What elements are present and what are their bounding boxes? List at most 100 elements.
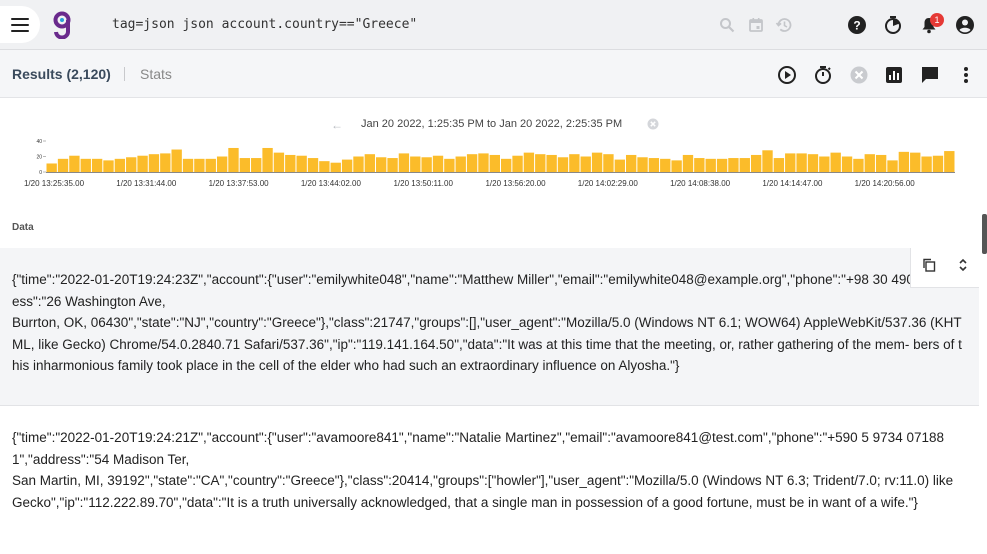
tab-stats[interactable]: Stats <box>140 66 172 82</box>
histogram-bar <box>773 158 785 172</box>
timer-icon[interactable] <box>882 14 904 36</box>
data-section-label: Data <box>12 222 34 233</box>
histogram-bar <box>410 156 421 172</box>
histogram-bar <box>648 158 660 172</box>
histogram-bar <box>864 154 875 172</box>
help-icon[interactable]: ? <box>846 14 868 36</box>
histogram-bar <box>694 158 705 172</box>
log-record[interactable]: {"time":"2022-01-20T19:24:21Z","account"… <box>0 407 979 554</box>
search-input[interactable]: tag=json json account.country=="Greece" <box>112 17 417 32</box>
histogram-bar <box>126 157 137 172</box>
histogram-bar <box>910 152 921 173</box>
stopwatch-icon[interactable] <box>812 64 834 86</box>
histogram-bar <box>251 158 262 172</box>
histogram-bar <box>478 153 489 172</box>
previous-range-arrow[interactable]: ← <box>331 118 343 132</box>
svg-text:?: ? <box>853 19 860 33</box>
histogram-bar <box>750 154 762 172</box>
histogram-bar <box>262 147 273 172</box>
histogram-bar <box>398 153 410 172</box>
histogram-bar <box>148 154 160 172</box>
histogram-bar <box>46 163 57 173</box>
x-tick-label: 1/20 14:08:38.00 <box>670 179 731 188</box>
x-tick-label: 1/20 13:56:20.00 <box>485 179 546 188</box>
histogram-bar <box>944 151 955 172</box>
histogram-bar <box>307 158 319 172</box>
log-record[interactable]: {"time":"2022-01-20T19:24:23Z","account"… <box>0 248 979 406</box>
record-text: {"time":"2022-01-20T19:24:23Z","account"… <box>12 272 962 309</box>
comment-icon[interactable] <box>919 64 941 86</box>
histogram-bar <box>239 158 251 172</box>
play-icon[interactable] <box>776 64 798 86</box>
x-tick-label: 1/20 13:44:02.00 <box>301 179 362 188</box>
menu-button[interactable] <box>0 6 40 43</box>
histogram-bar <box>421 157 432 172</box>
app-logo[interactable] <box>52 11 72 39</box>
histogram-bar <box>455 156 466 172</box>
record-text-continued: San Martin, MI, 39192","state":"CA","cou… <box>12 473 954 510</box>
copy-icon[interactable] <box>922 258 936 277</box>
histogram-bar <box>830 152 841 173</box>
histogram-bar <box>614 159 625 172</box>
histogram-bar <box>841 156 853 172</box>
histogram-bar <box>603 154 614 172</box>
histogram-bar <box>660 158 671 172</box>
calendar-icon[interactable] <box>745 14 767 36</box>
histogram-bar <box>273 152 285 173</box>
histogram-bar <box>285 154 296 172</box>
histogram-bar <box>796 153 807 172</box>
histogram-bar <box>432 155 444 172</box>
scrollbar-thumb[interactable] <box>982 214 987 254</box>
x-tick-label: 1/20 13:31:44.00 <box>116 179 177 188</box>
histogram-bar <box>194 158 205 172</box>
histogram-bar <box>762 150 773 172</box>
results-toolbar: Results (2,120) Stats <box>0 50 987 98</box>
clear-range-icon[interactable] <box>647 118 659 130</box>
histogram-bar <box>523 152 535 173</box>
histogram-bar <box>580 156 591 172</box>
tab-results[interactable]: Results (2,120) <box>12 66 111 82</box>
x-tick-label: 1/20 13:37:53.00 <box>209 179 270 188</box>
histogram-bar <box>932 155 944 172</box>
histogram-bar <box>875 154 887 172</box>
histogram-bar <box>160 153 171 172</box>
histogram-bar <box>376 157 387 172</box>
histogram-bar <box>728 158 739 172</box>
histogram-bar <box>330 162 341 172</box>
expand-icon[interactable] <box>957 258 969 277</box>
histogram-bar <box>682 154 694 172</box>
y-tick-label: 0 <box>39 170 42 176</box>
histogram-bar <box>216 156 228 172</box>
record-actions <box>910 248 979 288</box>
histogram-bar <box>137 155 148 172</box>
histogram-bar <box>887 160 898 173</box>
histogram-bar <box>69 155 80 172</box>
histogram-bar <box>489 154 500 172</box>
histogram-bar <box>103 160 114 173</box>
history-icon[interactable] <box>773 14 795 36</box>
tab-divider <box>124 67 125 81</box>
histogram-bar <box>228 147 239 172</box>
search-icon[interactable] <box>716 14 738 36</box>
histogram-bar <box>444 158 455 172</box>
hamburger-icon <box>11 17 29 32</box>
histogram-bar <box>716 158 728 172</box>
histogram-bar <box>114 158 126 172</box>
histogram-bar <box>353 156 364 172</box>
histogram-bar <box>819 156 830 172</box>
notification-badge: 1 <box>930 13 944 27</box>
histogram-bar <box>91 158 103 172</box>
more-options-icon[interactable] <box>955 64 977 86</box>
account-icon[interactable] <box>954 14 976 36</box>
chart-icon[interactable] <box>883 64 905 86</box>
cancel-icon[interactable] <box>848 64 870 86</box>
histogram-bar <box>171 149 182 172</box>
histogram-bar <box>637 157 648 172</box>
timeline-panel: ← Jan 20 2022, 1:25:35 PM to Jan 20 2022… <box>0 98 987 218</box>
event-histogram[interactable]: 40 20 0 1/20 13:25:35.00 1/20 13:31:44.00 1/2… <box>0 134 987 194</box>
x-tick-label: 1/20 14:20:56.00 <box>855 179 916 188</box>
histogram-bar <box>853 158 864 172</box>
histogram-bar <box>501 158 512 172</box>
histogram-bar <box>512 155 523 172</box>
record-text-continued: Burrton, OK, 06430","state":"NJ","countr… <box>12 315 962 373</box>
